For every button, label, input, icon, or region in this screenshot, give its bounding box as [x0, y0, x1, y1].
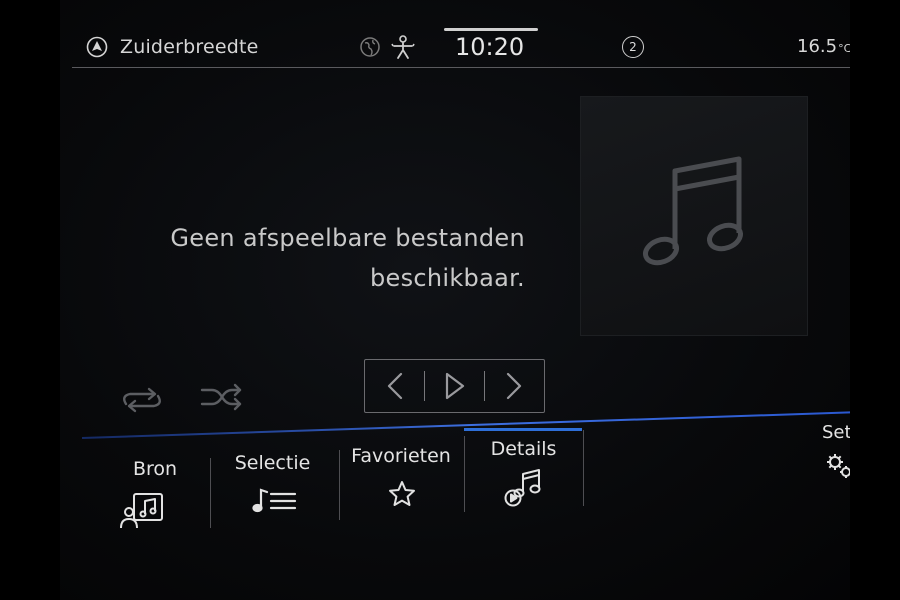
outside-temperature: 16.5°C — [797, 36, 850, 57]
play-note-icon — [504, 469, 541, 507]
next-track-button[interactable] — [485, 360, 544, 412]
message-line-2: beschikbaar. — [369, 264, 525, 292]
notification-badge[interactable]: 2 — [622, 36, 644, 58]
music-note-icon — [643, 156, 743, 266]
source-music-icon — [120, 493, 163, 529]
shuffle-icon[interactable] — [200, 382, 244, 412]
play-button[interactable] — [425, 360, 484, 412]
star-icon — [389, 481, 415, 506]
connected-user-icon — [391, 35, 415, 59]
globe-icon — [360, 37, 380, 57]
playlist-icon — [252, 488, 297, 513]
menu-item-details[interactable]: Details — [465, 432, 582, 522]
clock-time: 10:20 — [455, 33, 525, 61]
album-art-placeholder — [580, 96, 808, 336]
gears-icon[interactable] — [825, 452, 850, 480]
infotainment-screen: Zuiderbreedte 10:20 2 16.5°C Geen afspee… — [60, 0, 850, 600]
temperature-unit: °C — [838, 42, 850, 55]
temperature-value: 16.5 — [797, 36, 838, 57]
no-media-message: Geen afspeelbare bestanden beschikbaar. — [130, 218, 525, 298]
active-tab-indicator — [464, 428, 582, 431]
menu-divider — [210, 458, 211, 528]
menu-item-bron[interactable]: Bron — [100, 440, 210, 530]
menu-item-favorieten[interactable]: Favorieten — [342, 440, 460, 530]
menu-divider — [583, 430, 584, 506]
menu-item-label: Details — [490, 438, 557, 460]
menu-item-settings-label[interactable]: Set — [822, 422, 850, 443]
status-bar: Zuiderbreedte 10:20 2 16.5°C — [72, 26, 850, 68]
previous-track-button[interactable] — [365, 360, 424, 412]
menu-item-label: Selectie — [234, 452, 311, 474]
menu-item-label: Bron — [132, 458, 178, 480]
time-indicator-bar — [444, 28, 538, 31]
menu-item-label: Favorieten — [351, 445, 451, 467]
status-divider — [72, 67, 850, 68]
transport-controls — [364, 359, 545, 413]
message-line-1: Geen afspeelbare bestanden — [170, 224, 525, 252]
navigation-street-label[interactable]: Zuiderbreedte — [120, 36, 259, 58]
menu-item-selectie[interactable]: Selectie — [215, 440, 330, 530]
navigation-arrow-icon[interactable] — [86, 36, 108, 58]
menu-divider — [339, 450, 340, 520]
